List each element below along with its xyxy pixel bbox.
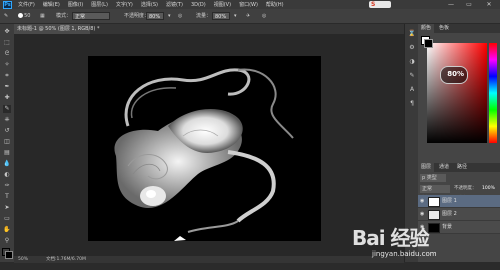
menu-filter[interactable]: 滤镜(T)	[162, 1, 187, 8]
menu-image[interactable]: 图像(I)	[64, 1, 87, 8]
eye-icon[interactable]: ◉	[420, 195, 426, 207]
menu-view[interactable]: 视图(V)	[210, 1, 235, 8]
document-size-info: 文档:1.76M/6.70M	[46, 257, 86, 262]
layer-row[interactable]: ◉ 图层 2	[418, 208, 500, 221]
tools-panel: ✥ ⬚ ᘓ ✧ ⌗ ✒ ✚ ✎ ⎈ ↺ ◫ ▤ 💧 ◐ ✑ T ➤ ▭ ✋ ⚲	[0, 24, 15, 262]
path-select-tool-icon[interactable]: ➤	[3, 204, 11, 212]
clone-stamp-tool-icon[interactable]: ⎈	[3, 116, 11, 124]
tab-color[interactable]: 颜色	[418, 24, 435, 33]
brush-tool-icon[interactable]: ✎	[3, 105, 11, 113]
brush-panel-icon[interactable]: ▦	[40, 12, 45, 20]
opacity-label: 不透明度：	[454, 186, 477, 191]
properties-panel-icon[interactable]: ⚙	[408, 44, 416, 52]
layer-thumbnail	[428, 210, 440, 220]
blend-mode-select[interactable]: 正常	[420, 185, 450, 193]
flow-label: 流量：	[196, 13, 212, 19]
pressure-opacity-icon[interactable]: ◎	[178, 12, 182, 20]
watermark-brand: Bai 经验	[352, 226, 430, 250]
background-color-swatch[interactable]	[5, 251, 13, 259]
type-tool-icon[interactable]: T	[3, 193, 11, 201]
status-bar: 50% 文档:1.76M/6.70M	[14, 256, 404, 263]
flow-input[interactable]: 80%	[212, 12, 230, 20]
baidu-jingyan-watermark: Bai 经验 jingyan.baidu.com	[352, 222, 462, 262]
restore-button[interactable]: ▭	[462, 0, 476, 9]
layer-kind-filter[interactable]: p 类型	[420, 174, 446, 182]
tab-swatches[interactable]: 色板	[436, 24, 452, 33]
paragraph-panel-icon[interactable]: ¶	[408, 100, 416, 108]
zoom-tool-icon[interactable]: ⚲	[3, 237, 11, 245]
liquify-swirl-image	[114, 68, 294, 241]
history-brush-tool-icon[interactable]: ↺	[3, 127, 11, 135]
document-tab-bar: 未标题-1 @ 50% (图层 1, RGB/8) *	[14, 24, 404, 34]
canvas-artwork[interactable]	[88, 56, 321, 241]
layer-thumbnail	[428, 197, 440, 207]
zoom-level[interactable]: 50%	[18, 256, 28, 263]
character-panel-icon[interactable]: A	[408, 86, 416, 94]
tab-layers[interactable]: 图层	[418, 163, 435, 172]
color-panel-tabs: 颜色 色板	[418, 24, 500, 33]
color-badge-label: 80%	[447, 70, 464, 78]
menu-help[interactable]: 帮助(H)	[262, 1, 288, 8]
move-tool-icon[interactable]: ✥	[3, 28, 11, 36]
menu-3d[interactable]: 3D(D)	[187, 2, 210, 8]
color-spectrum-field[interactable]	[427, 43, 487, 143]
menu-layer[interactable]: 图层(L)	[87, 1, 112, 8]
brush-preset-picker[interactable]: 50	[16, 12, 32, 20]
photoshop-logo: Ps	[3, 0, 12, 9]
brush-panel-icon[interactable]: ✎	[408, 72, 416, 80]
pressure-size-icon[interactable]: ◎	[262, 12, 266, 20]
mode-label: 模式：	[56, 13, 72, 19]
opacity-input[interactable]: 80%	[146, 12, 164, 20]
menu-file[interactable]: 文件(F)	[14, 1, 39, 8]
watermark-url: jingyan.baidu.com	[372, 250, 437, 258]
healing-brush-tool-icon[interactable]: ✚	[3, 94, 11, 102]
lasso-tool-icon[interactable]: ᘓ	[3, 50, 11, 58]
menu-type[interactable]: 文字(Y)	[112, 1, 137, 8]
quick-select-tool-icon[interactable]: ✧	[3, 61, 11, 69]
menu-bar: Ps 文件(F) 编辑(E) 图像(I) 图层(L) 文字(Y) 选择(S) 滤…	[0, 0, 500, 9]
background-swatch[interactable]	[424, 39, 433, 48]
chevron-down-icon[interactable]: ▾	[168, 12, 171, 20]
hue-slider[interactable]	[489, 43, 497, 143]
menu-select[interactable]: 选择(S)	[137, 1, 162, 8]
tab-channels[interactable]: 通道	[436, 163, 452, 172]
options-bar: ✎ 50 ▦ 模式： 正常 不透明度： 80% ▾ ◎ 流量： 80% ▾ ✈ …	[0, 9, 500, 24]
layer-name: 图层 2	[442, 211, 457, 217]
history-panel-icon[interactable]: ⌛	[408, 30, 416, 38]
chevron-down-icon[interactable]: ▾	[234, 12, 237, 20]
brush-tool-icon[interactable]: ✎	[4, 12, 8, 20]
layer-name: 图层 1	[442, 198, 457, 204]
tab-paths[interactable]: 路径	[454, 163, 470, 172]
eye-icon[interactable]: ◉	[420, 208, 426, 220]
minimize-button[interactable]: —	[444, 0, 458, 9]
color-picker-indicator: 80%	[440, 66, 468, 84]
hand-tool-icon[interactable]: ✋	[3, 226, 11, 234]
airbrush-icon[interactable]: ✈	[246, 12, 250, 20]
menu-edit[interactable]: 编辑(E)	[39, 1, 64, 8]
crop-tool-icon[interactable]: ⌗	[3, 72, 11, 80]
marquee-tool-icon[interactable]: ⬚	[3, 39, 11, 47]
close-button[interactable]: ✕	[482, 0, 496, 9]
menu-window[interactable]: 窗口(W)	[235, 1, 262, 8]
shape-tool-icon[interactable]: ▭	[3, 215, 11, 223]
eraser-tool-icon[interactable]: ◫	[3, 138, 11, 146]
brush-size-value: 50	[24, 13, 31, 19]
eyedropper-tool-icon[interactable]: ✒	[3, 83, 11, 91]
mode-select[interactable]: 正常	[72, 12, 110, 20]
gradient-tool-icon[interactable]: ▤	[3, 149, 11, 157]
layers-panel-tabs: 图层 通道 路径	[418, 163, 500, 172]
blur-tool-icon[interactable]: 💧	[3, 160, 11, 168]
document-tab[interactable]: 未标题-1 @ 50% (图层 1, RGB/8) *	[14, 24, 99, 34]
dodge-tool-icon[interactable]: ◐	[3, 171, 11, 179]
layer-opacity-input[interactable]: 100%	[482, 185, 495, 193]
pen-tool-icon[interactable]: ✑	[3, 182, 11, 190]
adjustments-panel-icon[interactable]: ◑	[408, 58, 416, 66]
sogou-input-icon[interactable]: S	[369, 1, 391, 8]
layer-row[interactable]: ◉ 图层 1	[418, 195, 500, 208]
